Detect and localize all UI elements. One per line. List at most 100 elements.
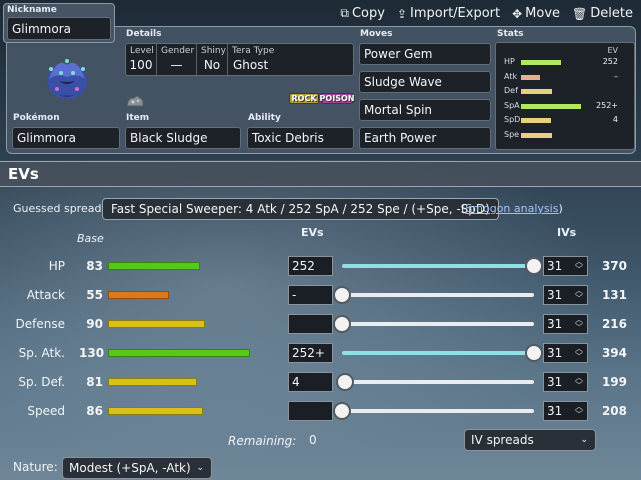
move-button[interactable]: ✥ Move bbox=[512, 6, 560, 21]
move-3-field[interactable]: Mortal Spin bbox=[359, 99, 491, 121]
spinner-arrows-icon[interactable]: ︿ ﹀ bbox=[575, 316, 583, 332]
ev-input[interactable] bbox=[288, 314, 333, 334]
stat-total: 199 bbox=[601, 375, 627, 389]
ev-slider-track[interactable] bbox=[342, 264, 534, 268]
ev-slider-thumb[interactable] bbox=[525, 344, 543, 362]
evs-header: EVs bbox=[0, 161, 641, 187]
base-value: 55 bbox=[86, 288, 103, 302]
iv-spreads-value: IV spreads bbox=[471, 433, 534, 447]
copy-button[interactable]: ⧉ Copy bbox=[340, 6, 385, 21]
spinner-arrows-icon[interactable]: ︿ ﹀ bbox=[575, 345, 583, 361]
copy-label: Copy bbox=[351, 6, 385, 21]
iv-input[interactable]: 31 ︿ ﹀ bbox=[543, 285, 588, 305]
ev-slider-thumb[interactable] bbox=[333, 286, 351, 304]
ev-slider-thumb[interactable] bbox=[336, 373, 355, 391]
delete-button[interactable]: 🗑 Delete bbox=[572, 6, 633, 21]
pokemon-sprite bbox=[47, 59, 87, 99]
stat-total: 216 bbox=[601, 317, 627, 331]
move-label: Move bbox=[525, 6, 561, 21]
nickname-field[interactable]: Glimmora bbox=[7, 17, 111, 40]
shiny-value: No bbox=[203, 58, 221, 72]
import-export-button[interactable]: ⇪ Import/Export bbox=[397, 6, 500, 21]
iv-input[interactable]: 31 ︿ ﹀ bbox=[543, 372, 588, 392]
iv-input[interactable]: 31 ︿ ﹀ bbox=[543, 401, 588, 421]
iv-value: 31 bbox=[547, 404, 563, 418]
ev-input[interactable]: - bbox=[288, 285, 333, 305]
nature-select[interactable]: Modest (+SpA, -Atk) ⌄ bbox=[62, 457, 212, 479]
iv-value: 31 bbox=[547, 288, 563, 302]
ev-input[interactable] bbox=[288, 401, 333, 421]
item-label: Item bbox=[126, 113, 150, 123]
iv-spreads-select[interactable]: IV spreads ⌄ bbox=[464, 429, 596, 451]
ev-slider-thumb[interactable] bbox=[333, 315, 351, 333]
pokemon-field[interactable]: Glimmora bbox=[12, 127, 120, 149]
stat-label-attack: Attack bbox=[26, 288, 65, 302]
gender-cell[interactable]: Gender — bbox=[157, 44, 197, 75]
stat-name: Atk bbox=[504, 71, 518, 81]
iv-input[interactable]: 31 ︿ ﹀ bbox=[543, 256, 588, 276]
base-bar bbox=[108, 349, 250, 357]
base-bar bbox=[108, 262, 200, 270]
upload-icon: ⇪ bbox=[396, 6, 408, 21]
ev-slider-track[interactable] bbox=[342, 351, 534, 355]
stat-name: Def bbox=[504, 86, 518, 95]
stat-name: HP bbox=[504, 57, 515, 66]
level-value: 100 bbox=[129, 58, 153, 72]
stat-label-speed: Speed bbox=[27, 404, 65, 418]
stat-bar bbox=[521, 132, 552, 138]
details-box[interactable]: Level 100 Gender — Shiny No Tera Type Gh… bbox=[125, 43, 354, 76]
spinner-arrows-icon[interactable]: ︿ ﹀ bbox=[575, 287, 583, 303]
trash-icon: 🗑 bbox=[572, 6, 588, 21]
move-4-field[interactable]: Earth Power bbox=[359, 127, 491, 149]
spinner-arrows-icon[interactable]: ︿ ﹀ bbox=[575, 374, 583, 390]
smogon-analysis-link[interactable]: Smogon analysis bbox=[465, 202, 558, 215]
ev-slider-thumb[interactable] bbox=[525, 257, 543, 275]
item-field[interactable]: Black Sludge bbox=[125, 127, 241, 149]
stat-name: Spe bbox=[504, 129, 520, 139]
base-column-header: Base bbox=[77, 232, 104, 245]
nickname-box: Nickname Glimmora bbox=[3, 3, 115, 43]
move-1-field[interactable]: Power Gem bbox=[359, 43, 491, 65]
base-bar bbox=[108, 407, 203, 415]
level-cell[interactable]: Level 100 bbox=[126, 44, 157, 75]
stat-row-spd: SpD 4 bbox=[496, 115, 634, 127]
iv-input[interactable]: 31 ︿ ﹀ bbox=[543, 343, 588, 363]
stats-summary[interactable]: EV HP 252 Atk – Def SpA 252+ SpD 4 Spe bbox=[495, 42, 635, 150]
ev-input[interactable]: 252 bbox=[288, 256, 333, 276]
chevron-down-icon: ⌄ bbox=[196, 463, 204, 473]
spinner-arrows-icon[interactable]: ︿ ﹀ bbox=[575, 258, 583, 274]
iv-input[interactable]: 31 ︿ ﹀ bbox=[543, 314, 588, 334]
stat-name: SpA bbox=[504, 100, 520, 110]
stat-total: 394 bbox=[601, 346, 627, 360]
tera-label: Tera Type bbox=[232, 46, 275, 56]
ability-label: Ability bbox=[248, 113, 281, 123]
level-label: Level bbox=[130, 46, 154, 56]
ev-input[interactable]: 252+ bbox=[288, 343, 333, 363]
move-2-field[interactable]: Sludge Wave bbox=[359, 71, 491, 93]
ev-input[interactable]: 4 bbox=[288, 372, 333, 392]
ev-slider-track[interactable] bbox=[342, 293, 534, 297]
ev-slider-track[interactable] bbox=[342, 380, 534, 384]
iv-value: 31 bbox=[547, 317, 563, 331]
stat-label-sp-atk: Sp. Atk. bbox=[18, 346, 65, 360]
stat-ev: – bbox=[614, 71, 618, 81]
pokemon-label: Pokémon bbox=[13, 113, 60, 123]
shiny-cell[interactable]: Shiny No bbox=[197, 44, 228, 75]
ev-slider-thumb[interactable] bbox=[333, 402, 351, 420]
base-bar bbox=[108, 378, 197, 386]
copy-icon: ⧉ bbox=[340, 6, 349, 20]
guessed-spread-button[interactable]: Fast Special Sweeper: 4 Atk / 252 SpA / … bbox=[102, 198, 499, 220]
ability-field[interactable]: Toxic Debris bbox=[247, 127, 354, 149]
ev-slider-track[interactable] bbox=[342, 409, 534, 413]
chevron-down-icon: ⌄ bbox=[580, 435, 588, 445]
move-arrows-icon: ✥ bbox=[512, 6, 523, 21]
paren-close: ) bbox=[558, 202, 563, 215]
moves-label: Moves bbox=[360, 29, 393, 39]
tera-value: Ghost bbox=[233, 58, 269, 72]
set-toolbar: ⧉ Copy ⇪ Import/Export ✥ Move 🗑 Delete bbox=[340, 6, 633, 21]
stat-bar bbox=[521, 60, 561, 65]
spinner-arrows-icon[interactable]: ︿ ﹀ bbox=[575, 403, 583, 419]
tera-cell[interactable]: Tera Type Ghost bbox=[228, 44, 353, 75]
ev-slider-track[interactable] bbox=[342, 322, 534, 326]
guessed-spread-label: Guessed spread: bbox=[13, 202, 106, 215]
